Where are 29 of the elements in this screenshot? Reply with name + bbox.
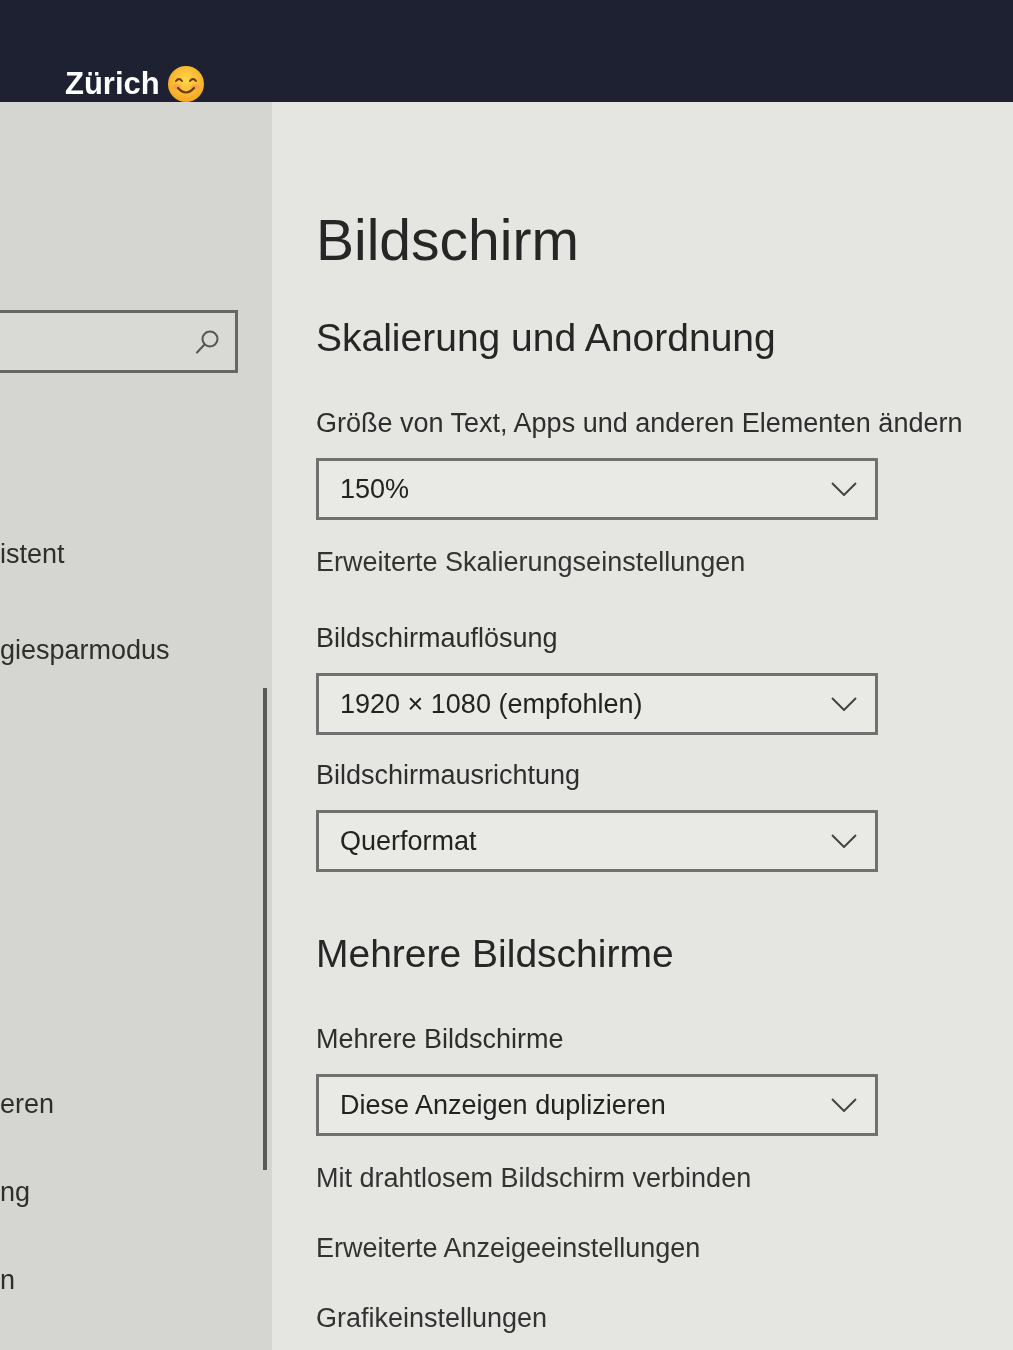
settings-link[interactable]: Erweiterte Skalierungseinstellungen	[316, 545, 746, 579]
sidebar-item[interactable]: istent	[0, 537, 65, 571]
chevron-down-icon	[831, 1098, 857, 1112]
sidebar-item[interactable]: eren	[0, 1087, 55, 1121]
chevron-down-icon	[831, 697, 857, 711]
settings-link[interactable]: Grafikeinstellungen	[316, 1301, 548, 1335]
search-icon	[195, 328, 221, 355]
section-heading: Mehrere Bildschirme	[316, 931, 674, 977]
chevron-down-icon	[831, 482, 857, 496]
settings-link[interactable]: Erweiterte Anzeigeeinstellungen	[316, 1231, 701, 1265]
dropdown[interactable]: 1920 × 1080 (empfohlen)	[316, 673, 878, 735]
search-field[interactable]	[0, 310, 238, 373]
scrollbar[interactable]	[263, 688, 267, 1170]
dropdown[interactable]: Diese Anzeigen duplizieren	[316, 1074, 878, 1136]
page-title: Bildschirm	[316, 208, 579, 272]
settings-link[interactable]: Mit drahtlosem Bildschirm verbinden	[316, 1161, 752, 1195]
sidebar-item[interactable]: n	[0, 1263, 16, 1297]
setting-label: Bildschirmauflösung	[316, 622, 558, 655]
sidebar-item[interactable]: giesparmodus	[0, 633, 170, 667]
caption-text: Zürich	[65, 66, 160, 102]
section-heading: Skalierung und Anordnung	[316, 315, 776, 361]
sidebar-item[interactable]: ng	[0, 1175, 31, 1209]
dropdown[interactable]: Querformat	[316, 810, 878, 872]
chevron-down-icon	[831, 834, 857, 848]
setting-label: Größe von Text, Apps und anderen Elementen ändern	[316, 407, 963, 440]
smiling-face-icon	[167, 66, 204, 102]
setting-label: Mehrere Bildschirme	[316, 1023, 564, 1056]
dropdown[interactable]: 150%	[316, 458, 878, 520]
setting-label: Bildschirmausrichtung	[316, 759, 581, 792]
